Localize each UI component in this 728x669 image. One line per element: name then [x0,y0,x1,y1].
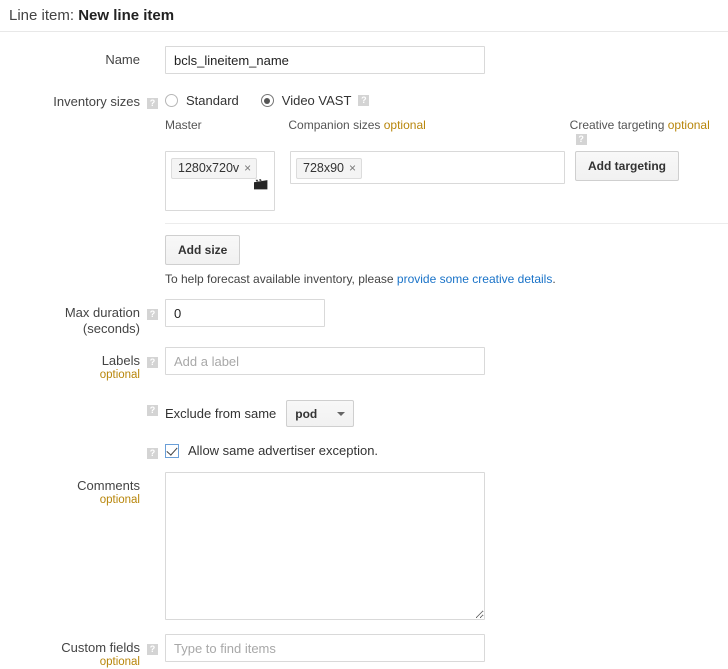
creative-targeting-heading: Creative targeting [570,118,665,132]
custom-fields-label: Custom fields optional [0,634,140,669]
allow-exception-help-cell: ? [140,438,165,460]
max-duration-label-line2: (seconds) [83,321,140,336]
labels-field-cell [165,347,728,375]
custom-fields-input[interactable] [165,634,485,662]
labels-label: Labels optional [0,347,140,382]
line-item-form: Name Inventory sizes ? Standard Video VA… [0,32,728,669]
allow-exception-field-cell: Allow same advertiser exception. [165,438,728,458]
page-title: New line item [78,7,174,24]
exclude-help-cell: ? [140,395,165,417]
add-size-button[interactable]: Add size [165,235,240,265]
exclude-from-same-text: Exclude from same [165,406,276,421]
comments-textarea[interactable] [165,472,485,620]
exclude-label-spacer [0,395,140,401]
labels-help-cell: ? [140,347,165,369]
max-duration-input[interactable] [165,299,325,327]
help-icon[interactable]: ? [147,98,158,109]
creative-targeting-optional-tag: optional [668,118,710,132]
remove-chip-icon[interactable]: × [244,161,251,175]
sizes-headings: Master Companion sizes optional Creative… [165,118,728,146]
add-targeting-button[interactable]: Add targeting [575,151,679,181]
allow-exception-row[interactable]: Allow same advertiser exception. [165,438,728,458]
row-custom-fields: Custom fields optional ? [0,634,728,669]
creative-targeting-cell: Add targeting [575,151,679,181]
help-icon[interactable]: ? [147,644,158,655]
master-heading: Master [165,118,288,146]
radio-standard-label: Standard [186,93,239,108]
max-duration-help-cell: ? [140,299,165,321]
size-chip[interactable]: 1280x720v × [171,158,257,179]
companion-heading: Companion sizes [288,118,380,132]
comments-field-cell [165,472,728,620]
row-labels: Labels optional ? [0,347,728,382]
name-field-cell [165,46,728,74]
radio-option-video-vast[interactable]: Video VAST ? [261,93,370,108]
max-duration-label: Max duration (seconds) [0,299,140,337]
row-name: Name [0,46,728,74]
help-icon[interactable]: ? [147,405,158,416]
help-icon[interactable]: ? [358,95,369,106]
help-icon[interactable]: ? [147,309,158,320]
creative-targeting-heading-wrap: Creative targeting optional ? [570,118,728,146]
video-clapperboard-icon[interactable] [254,178,268,189]
row-inventory-sizes: Inventory sizes ? Standard Video VAST ? [0,88,728,286]
exclude-field-cell: Exclude from same pod [165,395,728,427]
exclude-from-same-selected-value: pod [295,407,317,421]
comments-label: Comments optional [0,472,140,507]
radio-option-standard[interactable]: Standard [165,93,239,108]
radio-standard-icon[interactable] [165,94,178,107]
sizes-boxes: 1280x720v × [165,151,728,211]
name-label: Name [0,46,140,68]
radio-video-vast-label: Video VAST [282,93,352,108]
radio-video-vast-icon[interactable] [261,94,274,107]
chevron-down-icon [337,412,345,416]
size-chip-label: 1280x720v [178,161,239,175]
remove-chip-icon[interactable]: × [349,161,356,175]
help-icon[interactable]: ? [147,448,158,459]
row-exclude-from-same: ? Exclude from same pod [0,395,728,427]
help-icon[interactable]: ? [147,357,158,368]
custom-fields-field-cell [165,634,728,662]
allow-same-advertiser-checkbox[interactable] [165,444,179,458]
max-duration-field-cell [165,299,728,327]
size-chip-label: 728x90 [303,161,344,175]
labels-optional-tag: optional [0,369,140,382]
forecast-note-period: . [552,272,555,286]
row-max-duration: Max duration (seconds) ? [0,299,728,337]
inventory-sizes-label: Inventory sizes [0,88,140,110]
companion-sizes-box[interactable]: 728x90 × [290,151,565,184]
size-chip[interactable]: 728x90 × [296,158,362,179]
inventory-sizes-field-cell: Standard Video VAST ? Master Companion s… [165,88,728,286]
custom-fields-help-cell: ? [140,634,165,656]
max-duration-label-line1: Max duration [65,305,140,320]
exclude-from-same-select[interactable]: pod [286,400,354,427]
comments-help-cell [140,472,165,479]
add-size-wrap: Add size [165,224,728,265]
master-sizes-box[interactable]: 1280x720v × [165,151,275,211]
sizes-block: Master Companion sizes optional Creative… [165,108,728,286]
custom-fields-optional-tag: optional [0,656,140,669]
page-header: Line item: New line item [0,0,728,32]
comments-optional-tag: optional [0,494,140,507]
forecast-note: To help forecast available inventory, pl… [165,265,728,286]
page-title-prefix: Line item: [9,7,74,24]
comments-label-text: Comments [77,478,140,493]
name-help-cell [140,46,165,53]
companion-heading-wrap: Companion sizes optional [288,118,564,146]
forecast-note-text: To help forecast available inventory, pl… [165,272,397,286]
inventory-type-radio-group: Standard Video VAST ? [165,88,728,108]
allow-exception-label-spacer [0,438,140,444]
allow-same-advertiser-label: Allow same advertiser exception. [188,443,378,458]
inventory-sizes-help-cell: ? [140,88,165,110]
companion-optional-tag: optional [384,118,426,132]
creative-details-link[interactable]: provide some creative details [397,272,552,286]
custom-fields-label-text: Custom fields [61,640,140,655]
labels-label-text: Labels [102,353,140,368]
labels-input[interactable] [165,347,485,375]
help-icon[interactable]: ? [576,134,587,145]
row-comments: Comments optional [0,472,728,620]
row-allow-exception: ? Allow same advertiser exception. [0,438,728,460]
exclude-row: Exclude from same pod [165,395,728,427]
name-input[interactable] [165,46,485,74]
